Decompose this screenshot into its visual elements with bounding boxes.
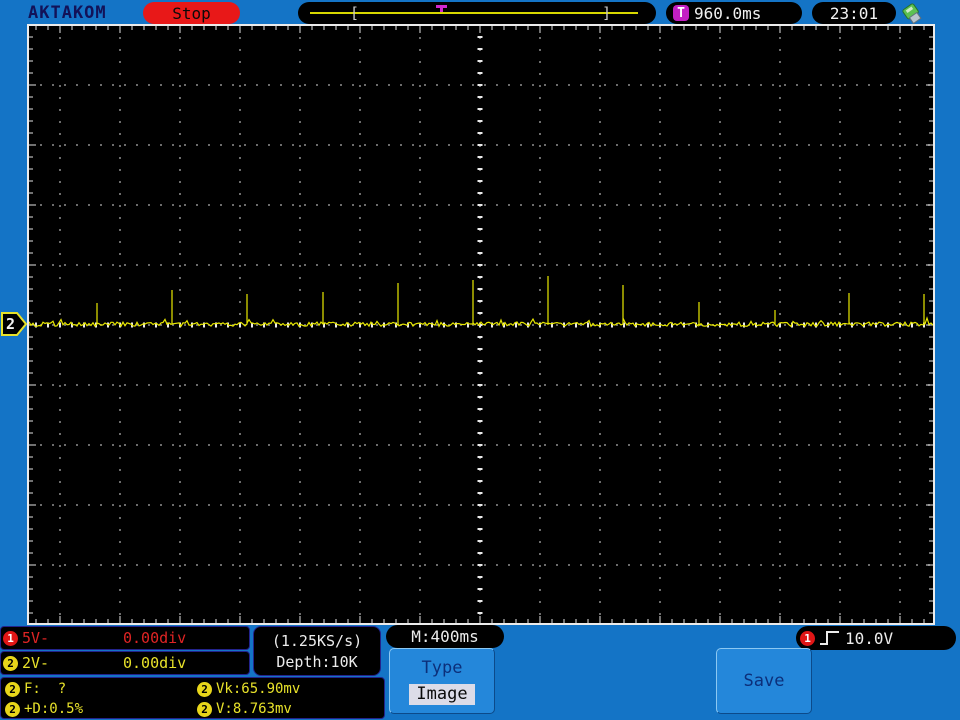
ch1-offset: 0.00div [123, 629, 187, 647]
ch1-status-row: 1 5V- 0.00div [0, 626, 250, 650]
type-menu-selected-value[interactable]: Image [409, 683, 475, 705]
meas-ch-badge-icon: 2 [197, 681, 212, 697]
measurement-duty: 2 +D:0.5% [5, 701, 83, 717]
waveform-display [27, 24, 935, 625]
trigger-position-bar: [ ] [298, 2, 656, 24]
measurement-frequency-text: F: ? [24, 681, 67, 697]
rising-edge-icon [820, 631, 839, 645]
ch2-offset: 0.00div [123, 654, 187, 672]
meas-ch-badge-icon: 2 [5, 681, 20, 697]
ch2-position-marker[interactable]: 2 [1, 311, 27, 337]
trigger-time-value: 960.0ms [694, 3, 762, 23]
trigger-position-marker-icon[interactable] [436, 5, 447, 12]
ch1-badge-icon: 1 [3, 630, 18, 646]
clock: 23:01 [812, 2, 896, 24]
save-button[interactable]: Save [716, 648, 812, 714]
trigger-t-icon: T [673, 5, 689, 21]
ch2-badge-icon: 2 [3, 655, 18, 671]
clock-value: 23:01 [829, 3, 879, 23]
type-menu-label: Type [421, 657, 463, 678]
sample-rate: (1.25KS/s) [271, 631, 363, 650]
window-left-bracket: [ [350, 4, 360, 22]
trigger-source-badge-icon: 1 [800, 630, 815, 646]
timebase-readout: M:400ms [386, 625, 504, 648]
measurement-vk: 2 Vk:65.90mv [197, 681, 300, 697]
trigger-level-value: 10.0V [845, 628, 894, 648]
memory-depth: Depth:10K [276, 652, 358, 671]
ch2-status-row: 2 2V- 0.00div [0, 651, 250, 675]
window-right-bracket: ] [602, 4, 612, 22]
ch2-marker-label: 2 [6, 315, 15, 333]
trigger-time-readout: T 960.0ms [666, 2, 802, 24]
ch2-scale: 2V- [22, 654, 50, 672]
measurement-vk-text: Vk:65.90mv [216, 681, 301, 697]
trigger-level-readout: 1 10.0V [796, 626, 956, 650]
acquisition-state-button[interactable]: Stop [143, 2, 240, 24]
measurement-duty-text: +D:0.5% [24, 701, 84, 717]
measurement-v-text: V:8.763mv [216, 701, 292, 717]
timebase-value: M:400ms [411, 627, 479, 646]
save-button-label: Save [743, 671, 785, 691]
measurements-box: 2 F: ? 2 +D:0.5% 2 Vk:65.90mv 2 V:8.763m… [0, 677, 385, 719]
acquisition-state-label: Stop [172, 3, 211, 23]
measurement-frequency: 2 F: ? [5, 681, 66, 697]
oscilloscope-screen-capture: AKTAKOM Stop [ ] T 960.0ms 23:01 2 docum… [0, 0, 960, 720]
record-window-line [310, 12, 638, 14]
waveform-grid-and-trace [29, 26, 933, 623]
brand-logo: AKTAKOM [28, 3, 107, 23]
type-menu-button[interactable]: Type Image [389, 648, 495, 714]
acquisition-info-box: (1.25KS/s) Depth:10K [253, 626, 381, 676]
meas-ch-badge-icon: 2 [5, 701, 20, 717]
measurement-v: 2 V:8.763mv [197, 701, 292, 717]
ch1-scale: 5V- [22, 629, 50, 647]
meas-ch-badge-icon: 2 [197, 701, 212, 717]
